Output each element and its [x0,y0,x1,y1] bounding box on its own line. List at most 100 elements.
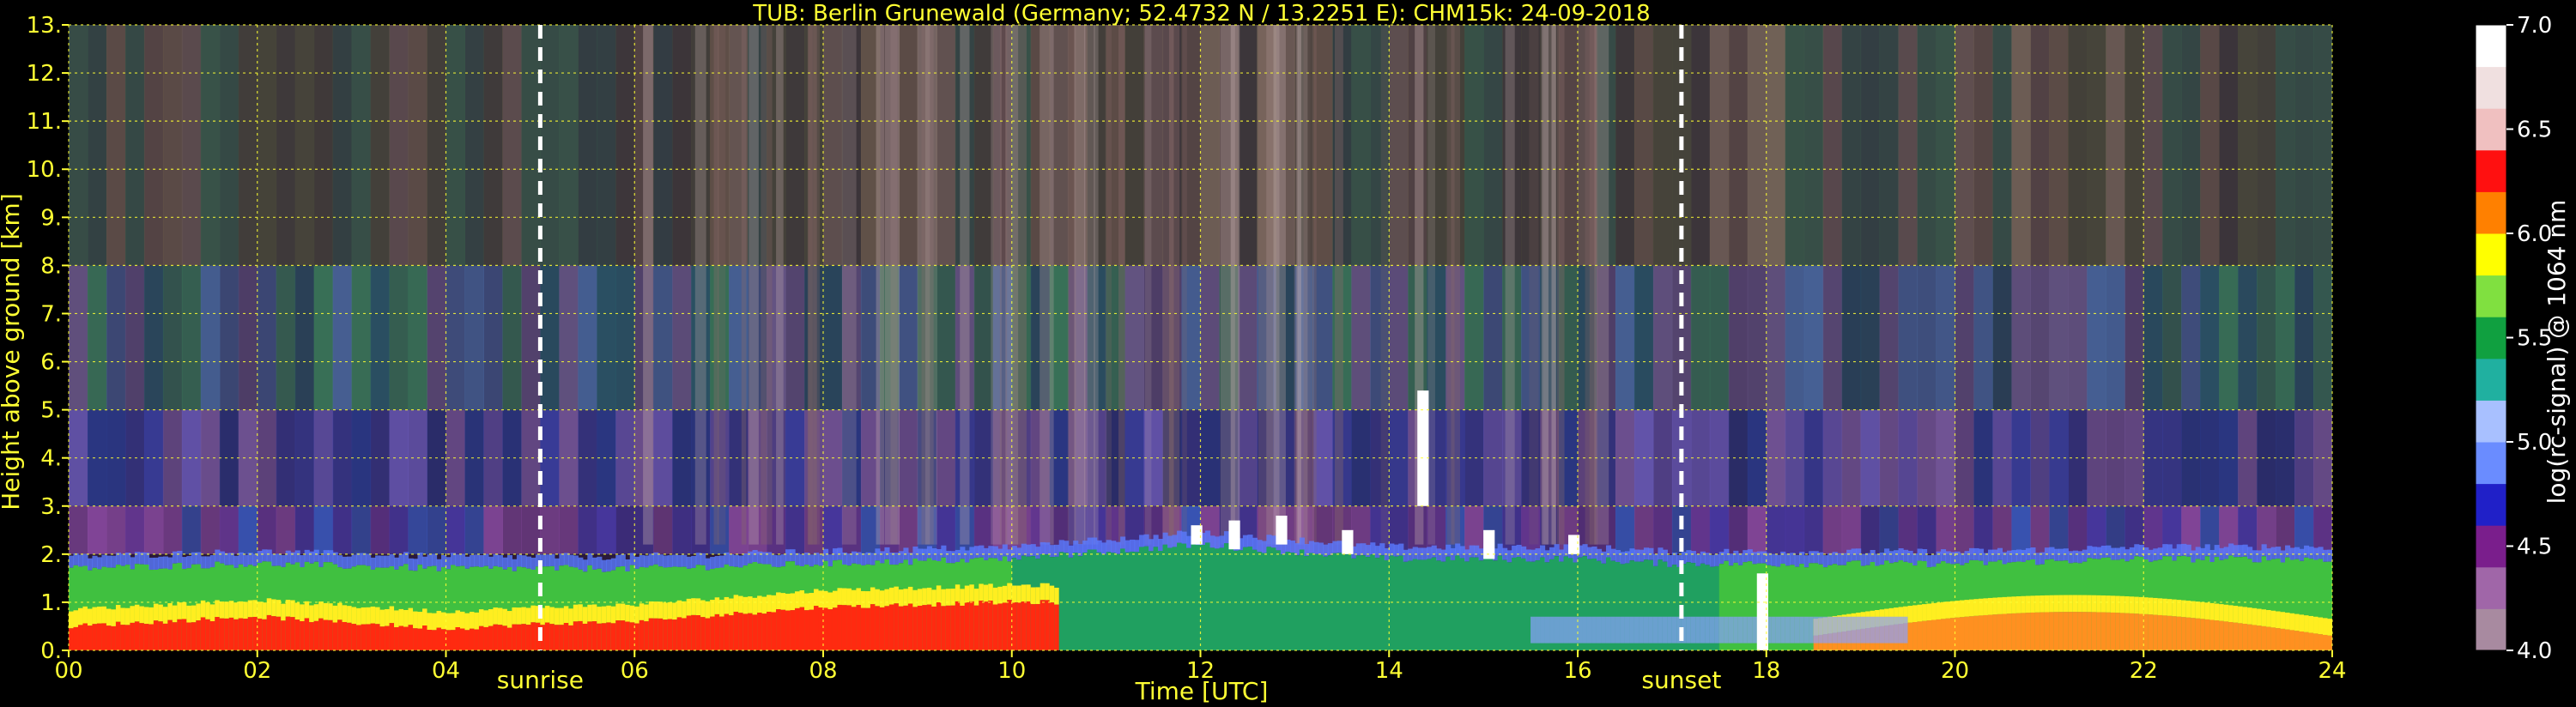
bl-yellow [436,610,442,628]
bl-blue [1851,616,1857,644]
noise-cell [1955,25,1974,266]
bl-fringe [2082,549,2088,562]
bl-yellow [790,593,796,611]
bl-red [309,622,315,650]
sunset-label: sunset [1641,666,1721,694]
noise-streak [1446,25,1455,545]
bl-fringe [2034,553,2040,565]
bl-yellow [356,607,362,625]
bl-red [912,607,918,650]
bl-fringe [464,556,470,569]
bl-fringe [1728,553,1734,566]
bl-fringe [1652,553,1658,566]
noise-cell [200,409,221,506]
bl-yellow [238,601,244,619]
bl-red [432,630,438,650]
bl-fringe [525,556,531,569]
noise-cell [578,25,597,266]
noise-cell [389,505,409,554]
noise-cell [559,25,579,266]
bl-yellow [639,603,645,620]
bl-fringe [1064,541,1070,553]
bl-red [1945,618,1951,650]
bl-red [2068,612,2074,650]
bl-yellow [644,604,650,622]
bl-red [502,625,508,650]
bl-fringe [1393,544,1399,557]
bl-yellow [1912,605,1918,623]
bl-fringe [1087,537,1093,550]
bl-yellow [2266,610,2272,627]
bl-fringe [988,546,994,559]
noise-cell [578,505,597,554]
bl-red [436,627,442,650]
bl-red [653,618,659,650]
bl-fringe [2044,547,2050,560]
bl-red [2195,618,2201,650]
bl-fringe [823,548,829,561]
noise-cell [106,505,126,554]
bl-red [427,630,433,650]
bl-yellow [2082,595,2088,613]
bl-blue [1775,616,1781,644]
noise-cell [219,25,239,266]
bl-yellow [865,591,871,608]
bl-yellow [776,592,782,610]
bl-fringe [544,554,550,567]
bl-fringe [663,555,669,568]
bl-red [888,604,895,650]
bl-fringe [243,554,249,567]
bl-yellow [931,589,937,607]
bl-fringe [1686,550,1692,563]
noise-streak [1589,25,1597,545]
bl-red [459,628,466,650]
bl-fringe [563,553,569,565]
bl-red [389,623,395,650]
noise-streak [1427,25,1435,545]
bl-red [347,622,353,650]
bl-body [1521,558,1527,650]
noise-cell [1822,265,1843,410]
noise-cell [823,25,843,266]
bl-red [823,607,829,650]
bl-red [130,622,136,650]
bl-body [1073,553,1079,650]
bl-yellow [2162,598,2168,616]
bl-fringe [153,557,159,570]
bl-fringe [530,557,536,570]
bl-red [1968,616,1975,650]
bl-fringe [1959,553,1966,565]
bl-yellow [417,612,423,629]
bl-red [497,625,504,650]
bl-red [1011,602,1017,650]
bl-red [964,602,970,650]
noise-cell [1841,409,1862,506]
bl-fringe [926,546,932,559]
bl-red [290,617,296,650]
bl-body [1124,552,1130,650]
bl-yellow [578,604,584,621]
noise-cell [1200,25,1220,266]
bl-red [917,605,923,650]
bl-fringe [1822,555,1828,568]
bl-red [2021,613,2027,650]
bl-fringe [2323,549,2329,562]
bl-red [2313,633,2319,650]
bl-red [134,621,141,650]
bl-fringe [2015,549,2022,562]
bl-yellow [2034,595,2040,613]
noise-cell [294,505,315,554]
bl-body [1252,549,1258,650]
bl-yellow [398,608,404,626]
bl-red [276,616,282,650]
bl-red [837,604,843,650]
bl-red [639,619,645,650]
bl-fringe [1370,542,1376,555]
noise-cell [332,409,353,506]
noise-cell [483,25,503,266]
noise-cell [1992,25,2012,266]
bl-fringe [337,555,343,568]
bl-yellow [2049,595,2055,613]
bl-fringe [2148,549,2154,562]
y-tick-label: 7. [40,301,62,327]
